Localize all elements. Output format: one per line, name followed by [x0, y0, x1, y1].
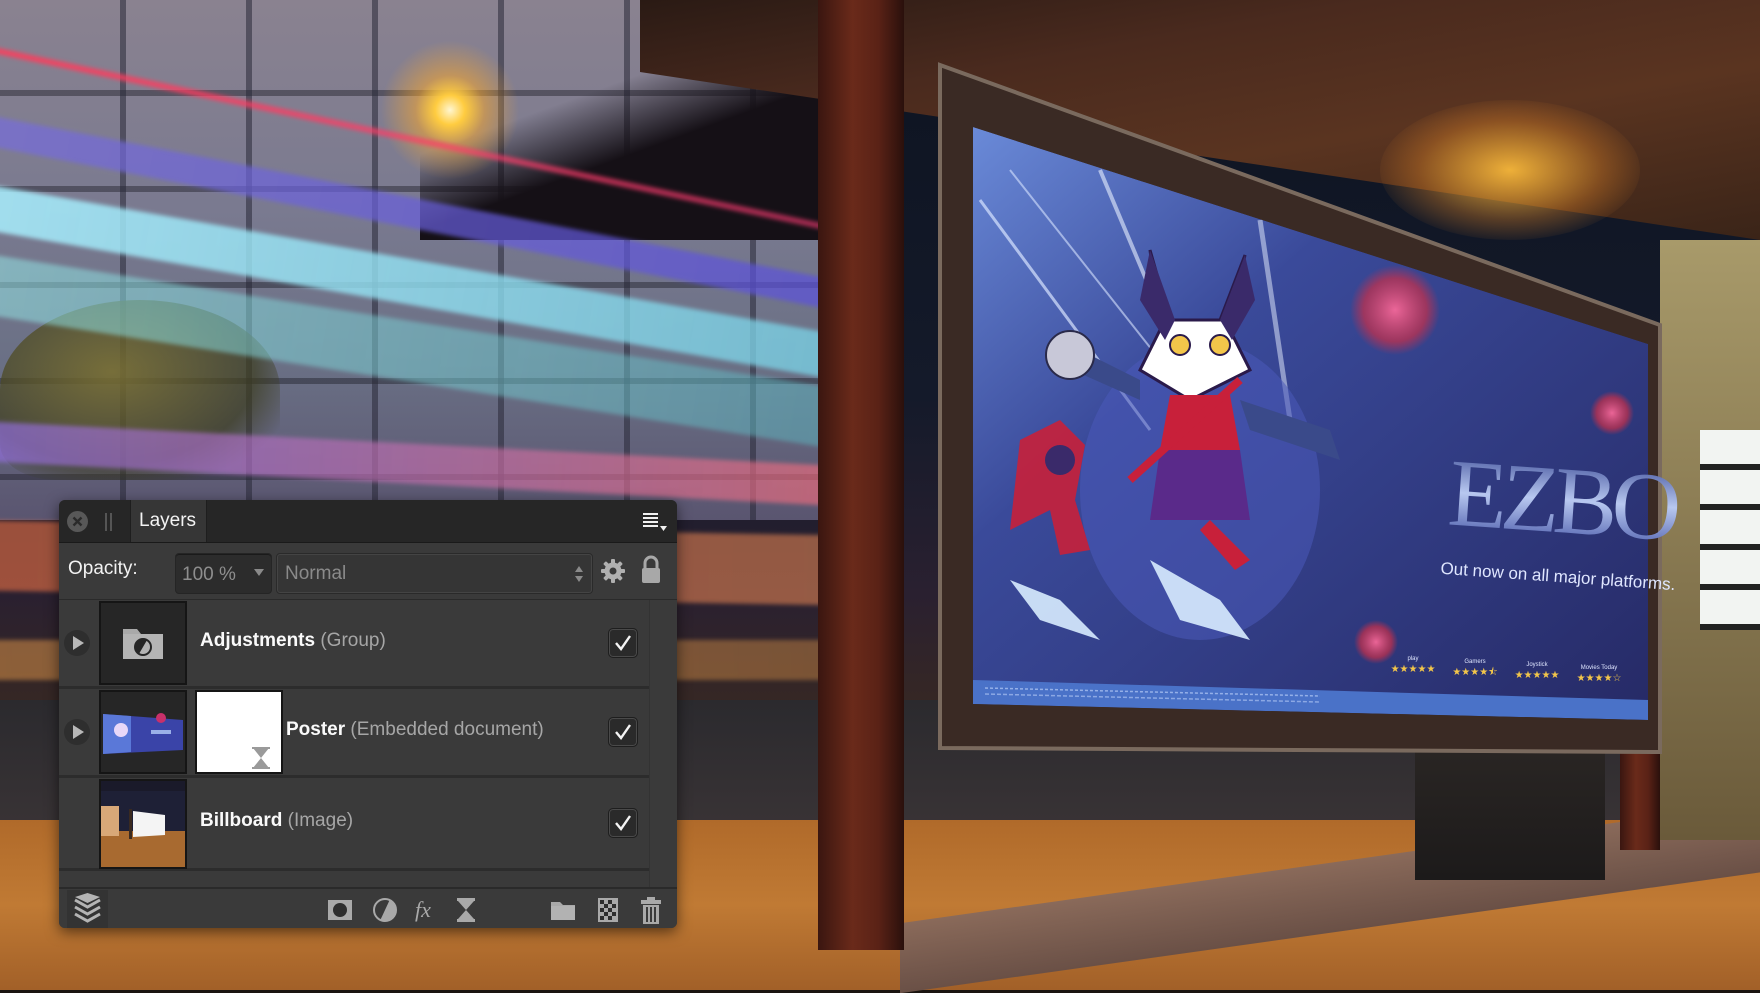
- expand-layer-button[interactable]: [64, 719, 90, 745]
- grip-icon[interactable]: [105, 513, 113, 531]
- layers-stack-button[interactable]: [67, 890, 108, 928]
- hourglass-icon: [457, 898, 475, 922]
- opacity-label: Opacity:: [68, 558, 138, 579]
- layer-type: (Embedded document): [350, 719, 544, 740]
- poster-burst: [1354, 620, 1398, 664]
- add-pixel-layer-button[interactable]: [595, 897, 621, 923]
- rating-stars: ★★★★★: [1391, 664, 1436, 675]
- expand-layer-button[interactable]: [64, 630, 90, 656]
- rating-source: Joystick: [1526, 662, 1548, 668]
- rating-stars: ★★★★☆: [1577, 673, 1622, 684]
- delete-layer-button[interactable]: [638, 897, 664, 924]
- folder-icon: [551, 902, 575, 920]
- lock-icon: [642, 555, 660, 583]
- layer-type: (Image): [287, 810, 354, 831]
- svg-text:fx: fx: [415, 897, 431, 922]
- layer-visibility-checkbox[interactable]: [608, 628, 638, 658]
- chevron-down-icon: [254, 569, 264, 576]
- poster-burst: [1590, 391, 1634, 435]
- checkmark-icon: [615, 815, 631, 831]
- layer-name: Adjustments: [200, 630, 316, 651]
- billboard-thumbnail-image: [101, 781, 185, 867]
- close-panel-button[interactable]: [67, 511, 88, 532]
- mask-layer-button[interactable]: [327, 897, 353, 923]
- gear-icon: [601, 559, 625, 583]
- layer-visibility-checkbox[interactable]: [608, 717, 638, 747]
- poster-logo: EZBO: [1445, 439, 1681, 562]
- folder-adjustment-icon: [123, 629, 163, 659]
- hourglass-icon: [252, 747, 270, 769]
- live-filter-layer-button[interactable]: [453, 897, 479, 923]
- poster-burst: [1350, 265, 1440, 355]
- tab-layers-label: Layers: [139, 510, 197, 531]
- mask-icon: [328, 900, 352, 920]
- layer-name: Poster: [286, 719, 346, 740]
- layers-list: Adjustments (Group) Poster (Embedded doc…: [59, 600, 649, 887]
- close-icon: [72, 516, 83, 527]
- billboard-thumbnail: [99, 779, 187, 869]
- tab-layers[interactable]: Layers: [130, 500, 207, 542]
- layer-row-billboard[interactable]: Billboard (Image): [59, 778, 649, 871]
- layer-label: Poster (Embedded document): [286, 719, 544, 741]
- layer-name: Billboard: [200, 810, 283, 831]
- rating-stars: ★★★★⯪: [1452, 666, 1497, 678]
- checkerboard-icon: [598, 898, 618, 922]
- up-down-arrows-icon: [575, 566, 583, 582]
- layer-row-poster[interactable]: Poster (Embedded document): [59, 689, 649, 778]
- poster-thumbnail-image: [103, 713, 183, 754]
- layer-thumbnail: [99, 601, 187, 685]
- trash-icon: [641, 897, 661, 924]
- blend-mode-value: Normal: [285, 563, 347, 584]
- live-filter-button[interactable]: fx: [413, 897, 443, 923]
- layers-scrollbar[interactable]: [649, 600, 677, 887]
- layers-stack-icon: [74, 893, 101, 923]
- layer-settings-button[interactable]: [600, 558, 626, 584]
- panel-menu-button[interactable]: [641, 510, 669, 534]
- layer-label: Billboard (Image): [200, 810, 353, 832]
- rating-source: Movies Today: [1581, 665, 1618, 671]
- opacity-dropdown[interactable]: 100 %: [175, 553, 272, 594]
- blend-mode-select[interactable]: Normal: [276, 553, 593, 594]
- layer-label: Adjustments (Group): [200, 630, 386, 652]
- lock-layer-button[interactable]: [640, 555, 662, 585]
- adjustment-button[interactable]: [372, 897, 398, 923]
- rating-source: Gamers: [1464, 659, 1485, 665]
- layers-toolbar: fx: [59, 887, 677, 928]
- adjustment-icon: [373, 898, 397, 922]
- poster-thumbnail: [99, 690, 187, 774]
- rating-source: play: [1407, 656, 1418, 662]
- layer-visibility-checkbox[interactable]: [608, 808, 638, 838]
- opacity-row: Opacity: 100 % Normal: [59, 543, 677, 601]
- checkmark-icon: [615, 635, 631, 651]
- panel-tab-bar: Layers: [59, 500, 677, 543]
- rating-stars: ★★★★★: [1515, 670, 1560, 681]
- layer-row-adjustments[interactable]: Adjustments (Group): [59, 600, 649, 689]
- layers-panel: Layers Opacity: 100 % Normal Adjustments…: [59, 500, 677, 928]
- checkmark-icon: [615, 724, 631, 740]
- add-group-button[interactable]: [550, 897, 576, 923]
- fx-icon: fx: [415, 897, 431, 922]
- embedded-document-thumbnail: [195, 690, 283, 774]
- opacity-value: 100 %: [182, 564, 236, 585]
- panel-menu-icon: [643, 513, 667, 531]
- layer-type: (Group): [320, 630, 386, 651]
